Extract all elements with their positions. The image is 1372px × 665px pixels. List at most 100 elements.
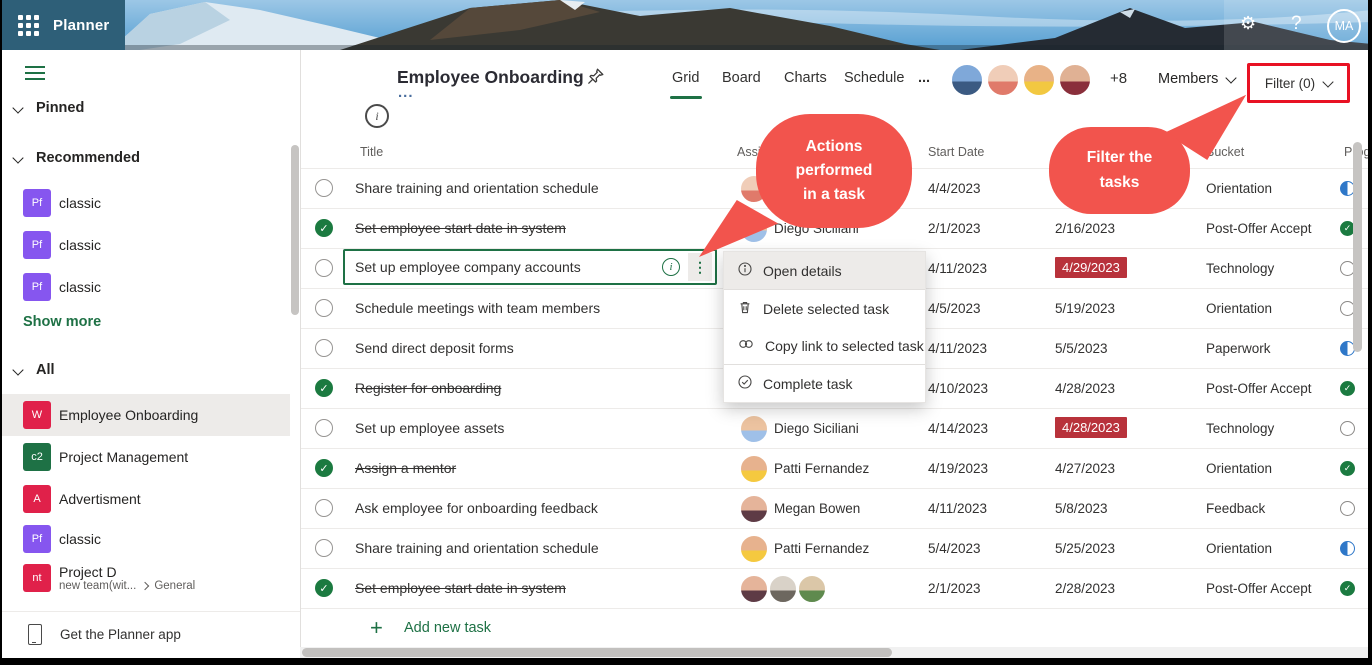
members-dropdown[interactable]: Members [1158,71,1235,87]
sidebar-item-recommended[interactable]: Pf classic [0,182,290,224]
bucket-cell[interactable]: Technology [1206,261,1274,276]
bucket-cell[interactable]: Technology [1206,421,1274,436]
table-row[interactable]: Ask employee for onboarding feedbackMega… [300,488,1372,529]
help-icon[interactable]: ? [1291,13,1302,35]
sidebar-item-recommended[interactable]: Pf classic [0,266,290,308]
menu-item-check[interactable]: Complete task [724,365,925,402]
show-more-link[interactable]: Show more [23,314,101,330]
due-date-cell[interactable]: 5/5/2023 [1055,341,1108,356]
task-title[interactable]: Set employee start date in system [355,580,566,596]
start-date-cell[interactable]: 5/4/2023 [928,541,981,556]
bucket-cell[interactable]: Orientation [1206,301,1272,316]
bucket-cell[interactable]: Orientation [1206,541,1272,556]
start-date-cell[interactable]: 4/11/2023 [928,341,987,356]
task-complete-checkbox[interactable]: ✓ [315,219,333,237]
bucket-cell[interactable]: Orientation [1206,461,1272,476]
plan-info-icon[interactable]: i [365,104,389,128]
start-date-cell[interactable]: 4/19/2023 [928,461,988,476]
sidebar-item-plan[interactable]: nt Project Dnew team(wit... General [0,553,290,603]
filter-dropdown[interactable]: Filter (0) [1247,63,1350,103]
sidebar-section-pinned[interactable]: Pinned [14,100,84,116]
start-date-cell[interactable]: 4/10/2023 [928,381,988,396]
task-title[interactable]: Share training and orientation schedule [355,540,599,556]
progress-not-started-icon[interactable] [1340,421,1355,436]
menu-item-link[interactable]: Copy link to selected task [724,327,925,365]
add-task-row[interactable]: + Add new task [300,608,1372,648]
sidebar-item-recommended[interactable]: Pf classic [0,224,290,266]
task-checkbox[interactable] [315,259,333,277]
bucket-cell[interactable]: Paperwork [1206,341,1271,356]
due-date-cell[interactable]: 5/25/2023 [1055,541,1115,556]
sidebar-item-plan[interactable]: A Advertisment [0,478,290,520]
waffle-menu-icon[interactable] [18,15,39,36]
task-title[interactable]: Register for onboarding [355,380,501,396]
bucket-cell[interactable]: Orientation [1206,181,1272,196]
task-title[interactable]: Set employee start date in system [355,220,566,236]
table-row[interactable]: ✓Assign a mentorPatti Fernandez4/19/2023… [300,448,1372,489]
progress-not-started-icon[interactable] [1340,501,1355,516]
task-info-icon[interactable]: i [662,258,680,276]
due-date-cell[interactable]: 5/8/2023 [1055,501,1108,516]
due-date-cell[interactable]: 2/16/2023 [1055,221,1115,236]
progress-completed-icon[interactable]: ✓ [1340,381,1355,396]
start-date-cell[interactable]: 4/11/2023 [928,501,987,516]
menu-item-trash[interactable]: Delete selected task [724,290,925,327]
task-checkbox[interactable] [315,539,333,557]
start-date-cell[interactable]: 2/1/2023 [928,581,981,596]
progress-in-progress-icon[interactable] [1340,541,1355,556]
task-checkbox[interactable] [315,499,333,517]
tabs-overflow[interactable]: ... [918,70,930,86]
due-date-cell[interactable]: 4/29/2023 [1055,257,1127,278]
plan-header-overflow[interactable]: ... [398,84,414,101]
due-date-cell[interactable]: 4/28/2023 [1055,381,1115,396]
vertical-scrollbar[interactable] [1353,142,1362,352]
hamburger-menu-icon[interactable] [25,62,45,84]
bucket-cell[interactable]: Post-Offer Accept [1206,221,1312,236]
task-title[interactable]: Send direct deposit forms [355,340,514,356]
due-date-cell[interactable]: 2/28/2023 [1055,581,1115,596]
task-more-icon[interactable]: ⋮ [688,253,712,281]
task-complete-checkbox[interactable]: ✓ [315,379,333,397]
task-title[interactable]: Ask employee for onboarding feedback [355,500,598,516]
start-date-cell[interactable]: 4/14/2023 [928,421,988,436]
due-date-cell[interactable]: 5/19/2023 [1055,301,1115,316]
sidebar-scrollbar[interactable] [291,145,299,315]
table-row[interactable]: ✓ Set employee start date in system 2/1/20… [300,568,1372,609]
sidebar-item-plan[interactable]: c2 Project Management [0,436,290,478]
menu-item-info[interactable]: Open details [724,252,925,290]
progress-completed-icon[interactable]: ✓ [1340,581,1355,596]
task-checkbox[interactable] [315,419,333,437]
start-date-cell[interactable]: 2/1/2023 [928,221,981,236]
settings-gear-icon[interactable]: ⚙ [1240,13,1256,34]
pin-icon[interactable] [587,67,605,85]
task-checkbox[interactable] [315,179,333,197]
progress-completed-icon[interactable]: ✓ [1340,461,1355,476]
tab-charts[interactable]: Charts [784,70,827,86]
column-header-start[interactable]: Start Date [928,145,984,159]
task-title[interactable]: Share training and orientation schedule [355,180,599,196]
due-date-cell[interactable]: 4/28/2023 [1055,417,1127,438]
start-date-cell[interactable]: 4/11/2023 [928,261,987,276]
task-checkbox[interactable] [315,339,333,357]
table-row[interactable]: Share training and orientation scheduleP… [300,528,1372,569]
bucket-cell[interactable]: Post-Offer Accept [1206,581,1312,596]
bucket-cell[interactable]: Feedback [1206,501,1265,516]
selected-task-box[interactable]: Set up employee company accounts i ⋮ [343,249,717,285]
start-date-cell[interactable]: 4/4/2023 [928,181,981,196]
tab-board[interactable]: Board [722,70,761,86]
horizontal-scrollbar[interactable] [300,647,1372,658]
task-checkbox[interactable] [315,299,333,317]
task-title[interactable]: Schedule meetings with team members [355,300,600,316]
tab-schedule[interactable]: Schedule [844,70,904,86]
get-planner-app-link[interactable]: Get the Planner app [28,624,181,645]
task-title[interactable]: Assign a mentor [355,460,456,476]
bucket-cell[interactable]: Post-Offer Accept [1206,381,1312,396]
account-avatar[interactable]: MA [1327,9,1361,43]
tab-grid[interactable]: Grid [672,70,699,86]
member-overflow-count[interactable]: +8 [1110,70,1127,87]
sidebar-section-all[interactable]: All [14,362,55,378]
sidebar-section-recommended[interactable]: Recommended [14,150,140,166]
table-row[interactable]: Set up employee assetsDiego Siciliani4/1… [300,408,1372,449]
due-date-cell[interactable]: 4/27/2023 [1055,461,1115,476]
column-header-title[interactable]: Title [360,145,383,159]
